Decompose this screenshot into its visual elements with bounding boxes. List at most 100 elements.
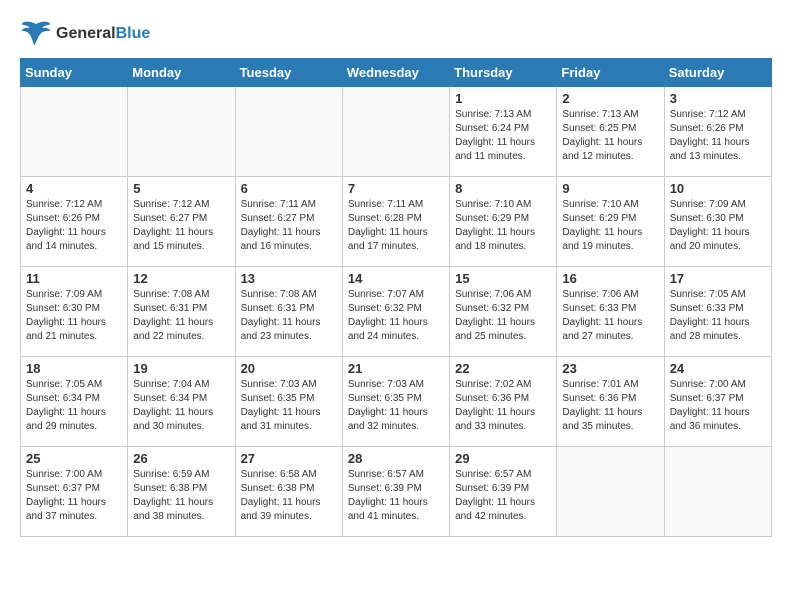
day-number: 12 [133, 271, 229, 286]
day-info: Sunrise: 7:13 AMSunset: 6:25 PMDaylight:… [562, 108, 658, 164]
day-info: Sunrise: 7:10 AMSunset: 6:29 PMDaylight:… [562, 198, 658, 254]
calendar-cell: 23Sunrise: 7:01 AMSunset: 6:36 PMDayligh… [557, 357, 664, 447]
day-number: 26 [133, 451, 229, 466]
calendar-cell: 13 Sunrise: 7:08 AMSunset: 6:31 PMDayligh… [235, 267, 342, 357]
calendar-cell [235, 87, 342, 177]
day-info: Sunrise: 7:12 AMSunset: 6:27 PMDaylight:… [133, 198, 229, 254]
calendar-cell: 27 Sunrise: 6:58 AMSunset: 6:38 PMDayligh… [235, 447, 342, 537]
calendar-cell: 15 Sunrise: 7:06 AMSunset: 6:32 PMDayligh… [450, 267, 557, 357]
calendar-cell: 29Sunrise: 6:57 AMSunset: 6:39 PMDayligh… [450, 447, 557, 537]
calendar-cell [128, 87, 235, 177]
day-info: Sunrise: 7:00 AMSunset: 6:37 PMDaylight:… [26, 468, 122, 524]
weekday-header-sunday: Sunday [21, 59, 128, 87]
logo: GeneralBlue [20, 20, 150, 48]
day-info: Sunrise: 7:12 AMSunset: 6:26 PMDaylight:… [670, 108, 766, 164]
calendar-cell: 1 Sunrise: 7:13 AMSunset: 6:24 PMDaylight… [450, 87, 557, 177]
day-number: 8 [455, 181, 551, 196]
logo-bird-icon [20, 20, 52, 48]
day-info: Sunrise: 7:12 AMSunset: 6:26 PMDaylight:… [26, 198, 122, 254]
weekday-header-saturday: Saturday [664, 59, 771, 87]
calendar-cell: 19 Sunrise: 7:04 AMSunset: 6:34 PMDayligh… [128, 357, 235, 447]
calendar-cell: 25 Sunrise: 7:00 AMSunset: 6:37 PMDayligh… [21, 447, 128, 537]
weekday-header-tuesday: Tuesday [235, 59, 342, 87]
calendar-cell: 14 Sunrise: 7:07 AMSunset: 6:32 PMDayligh… [342, 267, 449, 357]
day-info: Sunrise: 7:00 AMSunset: 6:37 PMDaylight:… [670, 378, 766, 434]
day-info: Sunrise: 6:59 AMSunset: 6:38 PMDaylight:… [133, 468, 229, 524]
day-number: 17 [670, 271, 766, 286]
day-info: Sunrise: 7:09 AMSunset: 6:30 PMDaylight:… [26, 288, 122, 344]
day-info: Sunrise: 6:57 AMSunset: 6:39 PMDaylight:… [348, 468, 444, 524]
day-info: Sunrise: 7:05 AMSunset: 6:34 PMDaylight:… [26, 378, 122, 434]
day-number: 1 [455, 91, 551, 106]
calendar-week-2: 4 Sunrise: 7:12 AMSunset: 6:26 PMDaylight… [21, 177, 772, 267]
day-info: Sunrise: 7:11 AMSunset: 6:27 PMDaylight:… [241, 198, 337, 254]
day-info: Sunrise: 7:06 AMSunset: 6:32 PMDaylight:… [455, 288, 551, 344]
calendar-cell: 16 Sunrise: 7:06 AMSunset: 6:33 PMDayligh… [557, 267, 664, 357]
calendar-cell: 12 Sunrise: 7:08 AMSunset: 6:31 PMDayligh… [128, 267, 235, 357]
calendar-cell [21, 87, 128, 177]
calendar-cell [557, 447, 664, 537]
day-number: 28 [348, 451, 444, 466]
calendar-cell: 24Sunrise: 7:00 AMSunset: 6:37 PMDayligh… [664, 357, 771, 447]
day-number: 4 [26, 181, 122, 196]
day-number: 22 [455, 361, 551, 376]
calendar-cell: 5 Sunrise: 7:12 AMSunset: 6:27 PMDaylight… [128, 177, 235, 267]
day-number: 2 [562, 91, 658, 106]
calendar-cell: 26 Sunrise: 6:59 AMSunset: 6:38 PMDayligh… [128, 447, 235, 537]
calendar-cell: 28 Sunrise: 6:57 AMSunset: 6:39 PMDayligh… [342, 447, 449, 537]
day-number: 9 [562, 181, 658, 196]
calendar-cell: 4 Sunrise: 7:12 AMSunset: 6:26 PMDaylight… [21, 177, 128, 267]
day-info: Sunrise: 7:11 AMSunset: 6:28 PMDaylight:… [348, 198, 444, 254]
day-number: 20 [241, 361, 337, 376]
day-info: Sunrise: 7:07 AMSunset: 6:32 PMDaylight:… [348, 288, 444, 344]
calendar-week-4: 18Sunrise: 7:05 AMSunset: 6:34 PMDayligh… [21, 357, 772, 447]
day-info: Sunrise: 7:10 AMSunset: 6:29 PMDaylight:… [455, 198, 551, 254]
day-info: Sunrise: 7:08 AMSunset: 6:31 PMDaylight:… [241, 288, 337, 344]
calendar-week-5: 25 Sunrise: 7:00 AMSunset: 6:37 PMDayligh… [21, 447, 772, 537]
day-number: 13 [241, 271, 337, 286]
day-number: 7 [348, 181, 444, 196]
day-info: Sunrise: 7:13 AMSunset: 6:24 PMDaylight:… [455, 108, 551, 164]
calendar-cell: 9 Sunrise: 7:10 AMSunset: 6:29 PMDaylight… [557, 177, 664, 267]
day-number: 19 [133, 361, 229, 376]
weekday-header-friday: Friday [557, 59, 664, 87]
calendar-table: SundayMondayTuesdayWednesdayThursdayFrid… [20, 58, 772, 537]
calendar-week-1: 1 Sunrise: 7:13 AMSunset: 6:24 PMDaylight… [21, 87, 772, 177]
calendar-cell: 20 Sunrise: 7:03 AMSunset: 6:35 PMDayligh… [235, 357, 342, 447]
day-number: 6 [241, 181, 337, 196]
day-info: Sunrise: 7:09 AMSunset: 6:30 PMDaylight:… [670, 198, 766, 254]
day-number: 5 [133, 181, 229, 196]
page-header: GeneralBlue [20, 20, 772, 48]
weekday-header-thursday: Thursday [450, 59, 557, 87]
calendar-header-row: SundayMondayTuesdayWednesdayThursdayFrid… [21, 59, 772, 87]
day-info: Sunrise: 7:05 AMSunset: 6:33 PMDaylight:… [670, 288, 766, 344]
calendar-cell [342, 87, 449, 177]
day-info: Sunrise: 6:58 AMSunset: 6:38 PMDaylight:… [241, 468, 337, 524]
day-number: 29 [455, 451, 551, 466]
calendar-cell: 2 Sunrise: 7:13 AMSunset: 6:25 PMDaylight… [557, 87, 664, 177]
day-info: Sunrise: 7:06 AMSunset: 6:33 PMDaylight:… [562, 288, 658, 344]
calendar-cell: 8 Sunrise: 7:10 AMSunset: 6:29 PMDaylight… [450, 177, 557, 267]
day-number: 10 [670, 181, 766, 196]
calendar-cell: 6 Sunrise: 7:11 AMSunset: 6:27 PMDaylight… [235, 177, 342, 267]
day-info: Sunrise: 7:04 AMSunset: 6:34 PMDaylight:… [133, 378, 229, 434]
day-number: 15 [455, 271, 551, 286]
day-number: 21 [348, 361, 444, 376]
calendar-cell: 21Sunrise: 7:03 AMSunset: 6:35 PMDayligh… [342, 357, 449, 447]
day-number: 25 [26, 451, 122, 466]
calendar-week-3: 11 Sunrise: 7:09 AMSunset: 6:30 PMDayligh… [21, 267, 772, 357]
day-number: 27 [241, 451, 337, 466]
calendar-cell: 7 Sunrise: 7:11 AMSunset: 6:28 PMDaylight… [342, 177, 449, 267]
calendar-cell: 3Sunrise: 7:12 AMSunset: 6:26 PMDaylight… [664, 87, 771, 177]
logo-text: GeneralBlue [56, 25, 150, 43]
calendar-cell: 11 Sunrise: 7:09 AMSunset: 6:30 PMDayligh… [21, 267, 128, 357]
calendar-cell: 22Sunrise: 7:02 AMSunset: 6:36 PMDayligh… [450, 357, 557, 447]
day-number: 16 [562, 271, 658, 286]
calendar-cell [664, 447, 771, 537]
day-number: 23 [562, 361, 658, 376]
day-number: 14 [348, 271, 444, 286]
calendar-cell: 17 Sunrise: 7:05 AMSunset: 6:33 PMDayligh… [664, 267, 771, 357]
day-number: 11 [26, 271, 122, 286]
day-info: Sunrise: 7:03 AMSunset: 6:35 PMDaylight:… [241, 378, 337, 434]
day-info: Sunrise: 7:08 AMSunset: 6:31 PMDaylight:… [133, 288, 229, 344]
